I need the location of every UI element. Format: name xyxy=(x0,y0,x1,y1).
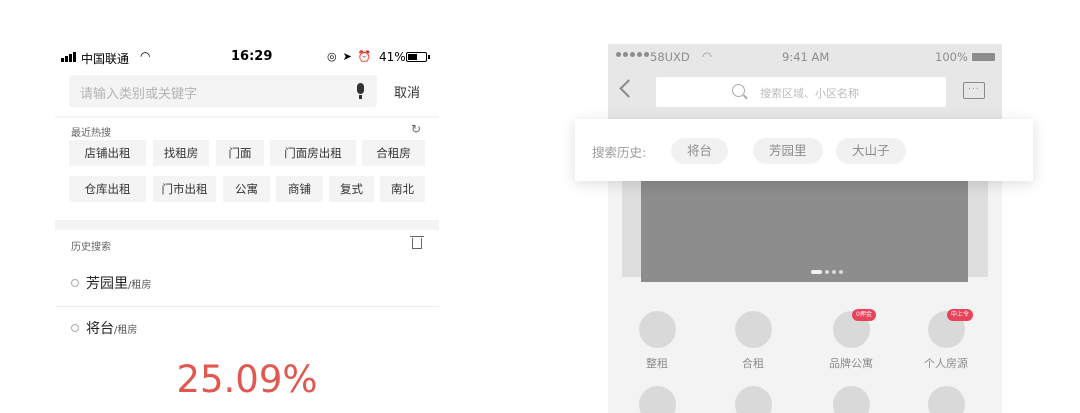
wifi-icon: ◠ xyxy=(702,49,713,63)
entry-label: 个人房源 xyxy=(924,357,968,370)
back-arrow-icon[interactable] xyxy=(619,79,638,98)
signal-icon xyxy=(61,52,76,62)
search-placeholder: 搜索区域、小区名称 xyxy=(760,87,859,100)
hot-search-section: 最近热搜 ↻ 店铺出租 找租房 门面 门面房出租 合租房 仓库出租 门市出租 公… xyxy=(55,118,439,220)
search-icon xyxy=(732,84,745,97)
entry-label: 整租 xyxy=(646,357,668,370)
hot-tag[interactable]: 找租房 xyxy=(153,140,209,166)
hot-tag[interactable]: 门面 xyxy=(216,140,264,166)
search-history-card: 搜索历史: 将台 芳园里 大山子 xyxy=(575,119,1033,181)
entry-icon xyxy=(639,311,676,348)
banner-image[interactable] xyxy=(641,180,968,282)
lock-rotation-icon: ◎ xyxy=(327,50,337,63)
hot-tag[interactable]: 合租房 xyxy=(362,140,425,166)
refresh-icon[interactable]: ↻ xyxy=(411,122,421,136)
trash-icon[interactable] xyxy=(410,236,424,249)
search-history-section: 历史搜索 芳园里/租房 将台/租房 25.09% xyxy=(55,230,439,413)
hot-tag[interactable]: 门市出租 xyxy=(153,176,216,202)
search-placeholder: 请输入类别或关键字 xyxy=(80,87,198,102)
history-title: 历史搜索 xyxy=(71,242,111,253)
alarm-icon: ⏰ xyxy=(357,50,372,63)
history-item-name: 将台 xyxy=(86,321,114,337)
status-bar: 58UXD ◠ 9:41 AM 100% xyxy=(608,44,1002,72)
entry-badge: 0押金 xyxy=(852,309,876,321)
search-input[interactable]: 搜索区域、小区名称 xyxy=(656,77,946,107)
hot-tag[interactable]: 仓库出租 xyxy=(69,176,146,202)
clock-icon xyxy=(71,324,79,332)
hot-search-title: 最近热搜 xyxy=(71,128,111,139)
wifi-icon: ◠ xyxy=(140,49,151,63)
microphone-icon[interactable] xyxy=(355,83,365,99)
entry-brand-apartment[interactable]: 0押金 品牌公寓 xyxy=(811,309,891,381)
entry-zhengzu[interactable]: 整租 xyxy=(617,311,697,381)
hot-tag[interactable]: 店铺出租 xyxy=(69,140,146,166)
battery-percent: 100% xyxy=(935,50,968,64)
search-history-label: 搜索历史: xyxy=(592,145,647,160)
header: 58UXD ◠ 9:41 AM 100% 搜索区域、小区名称 ... xyxy=(608,44,1002,119)
hot-tag[interactable]: 公寓 xyxy=(223,176,270,202)
hot-tag[interactable]: 门面房出租 xyxy=(270,140,356,166)
entry-label: 品牌公寓 xyxy=(829,357,873,370)
cancel-button[interactable]: 取消 xyxy=(394,82,420,101)
entry-icon[interactable] xyxy=(639,386,676,413)
status-time: 9:41 AM xyxy=(782,50,830,64)
hot-tag[interactable]: 商铺 xyxy=(276,176,323,202)
canvas: 中国联通 ◠ 16:29 ◎ ➤ ⏰ 41% 请输入类别或关键字 取消 最近热搜… xyxy=(0,0,1080,413)
message-icon[interactable]: ... xyxy=(963,82,985,99)
history-chip[interactable]: 将台 xyxy=(671,138,729,164)
clock-icon xyxy=(71,279,79,287)
divider xyxy=(55,306,439,307)
battery-icon xyxy=(406,52,430,62)
entry-icon xyxy=(735,311,772,348)
carrier-name: 58UXD xyxy=(650,50,690,64)
entry-label: 合租 xyxy=(742,357,764,370)
battery-percent: 41% xyxy=(379,50,406,64)
entry-icon[interactable] xyxy=(833,386,870,413)
banner-pagination xyxy=(811,270,843,274)
history-item[interactable]: 芳园里/租房 xyxy=(55,263,439,307)
search-bar: 请输入类别或关键字 取消 xyxy=(55,72,439,116)
history-item-suffix: /租房 xyxy=(114,325,138,336)
history-item-name: 芳园里 xyxy=(86,276,128,292)
search-input[interactable]: 请输入类别或关键字 xyxy=(69,75,377,107)
history-chip[interactable]: 芳园里 xyxy=(753,138,823,164)
history-item[interactable]: 将台/租房 xyxy=(55,308,439,352)
hot-tag[interactable]: 南北 xyxy=(380,176,425,202)
entry-personal-listing[interactable]: 中上令 个人房源 xyxy=(906,309,986,381)
status-bar: 中国联通 ◠ 16:29 ◎ ➤ ⏰ 41% xyxy=(55,44,439,72)
left-phone-screen: 中国联通 ◠ 16:29 ◎ ➤ ⏰ 41% 请输入类别或关键字 取消 最近热搜… xyxy=(55,44,439,413)
percent-overlay: 25.09% xyxy=(176,358,318,401)
battery-icon xyxy=(972,53,995,61)
entry-badge: 中上令 xyxy=(947,309,974,321)
status-time: 16:29 xyxy=(231,49,273,64)
signal-icon xyxy=(616,52,649,57)
entry-icon[interactable] xyxy=(735,386,772,413)
location-icon: ➤ xyxy=(342,50,352,63)
hot-tag[interactable]: 复式 xyxy=(329,176,374,202)
history-chip[interactable]: 大山子 xyxy=(836,138,906,164)
right-phone-screen: 58UXD ◠ 9:41 AM 100% 搜索区域、小区名称 ... 整租 合租 xyxy=(608,44,1002,413)
entry-icon[interactable] xyxy=(928,386,965,413)
carrier-name: 中国联通 xyxy=(81,52,130,66)
entry-hezu[interactable]: 合租 xyxy=(713,311,793,381)
history-item-suffix: /租房 xyxy=(128,280,152,291)
